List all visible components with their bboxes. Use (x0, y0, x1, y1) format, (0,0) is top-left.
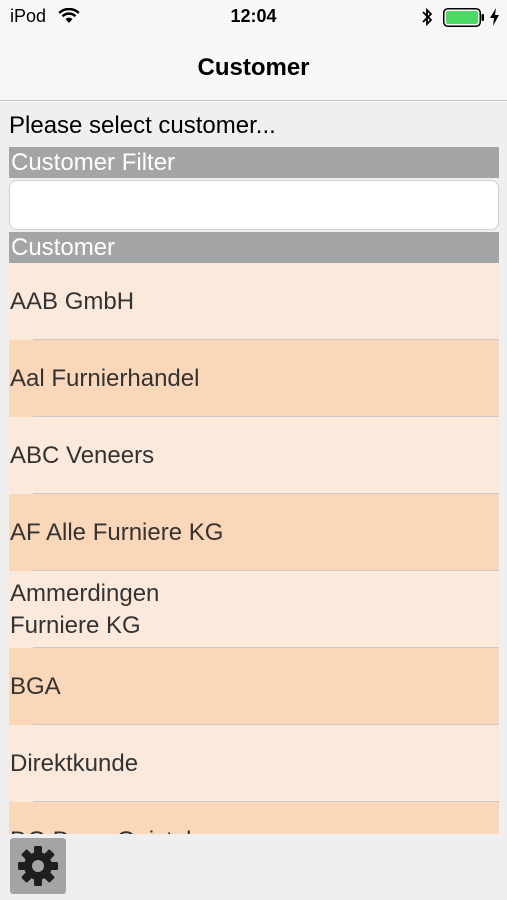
customer-list-item[interactable]: BGA (9, 648, 499, 725)
customer-name: Aal Furnierhandel (10, 364, 200, 392)
charging-icon (490, 8, 499, 26)
battery-icon (443, 8, 484, 27)
customer-name: Ammerdingen Furniere KG (10, 579, 160, 639)
customer-filter-input[interactable] (9, 180, 499, 230)
bluetooth-icon (422, 7, 433, 27)
customer-name: DG Dona Gnistel (10, 825, 191, 835)
customer-name: ABC Veneers (10, 441, 155, 469)
select-customer-prompt: Please select customer... (9, 112, 276, 139)
customer-list-item[interactable]: Direktkunde (9, 725, 499, 802)
customer-list-item[interactable]: AAB GmbH (9, 263, 499, 340)
customer-name: Direktkunde (10, 749, 139, 777)
customer-list-header: Customer (9, 232, 499, 263)
customer-name: AF Alle Furniere KG (10, 518, 224, 546)
customer-list-item[interactable]: ABC Veneers (9, 417, 499, 494)
navigation-bar: Customer (0, 34, 507, 101)
status-bar: iPod 12:04 (0, 0, 507, 34)
customer-selection-panel: Please select customer... Customer Filte… (0, 102, 507, 834)
gear-icon (18, 846, 58, 886)
customer-list-item[interactable]: DG Dona Gnistel (9, 802, 499, 834)
customer-list-item[interactable]: AF Alle Furniere KG (9, 494, 499, 571)
page-title: Customer (197, 54, 310, 81)
customer-list-item[interactable]: Ammerdingen Furniere KG (9, 571, 499, 648)
bottom-toolbar (0, 834, 507, 900)
customer-name: BGA (10, 672, 61, 700)
customer-list-item[interactable]: Aal Furnierhandel (9, 340, 499, 417)
settings-button[interactable] (10, 838, 66, 894)
customer-list[interactable]: AAB GmbH Aal Furnierhandel ABC Veneers A… (9, 263, 499, 834)
customer-name: AAB GmbH (10, 287, 135, 315)
customer-filter-header: Customer Filter (9, 147, 499, 178)
